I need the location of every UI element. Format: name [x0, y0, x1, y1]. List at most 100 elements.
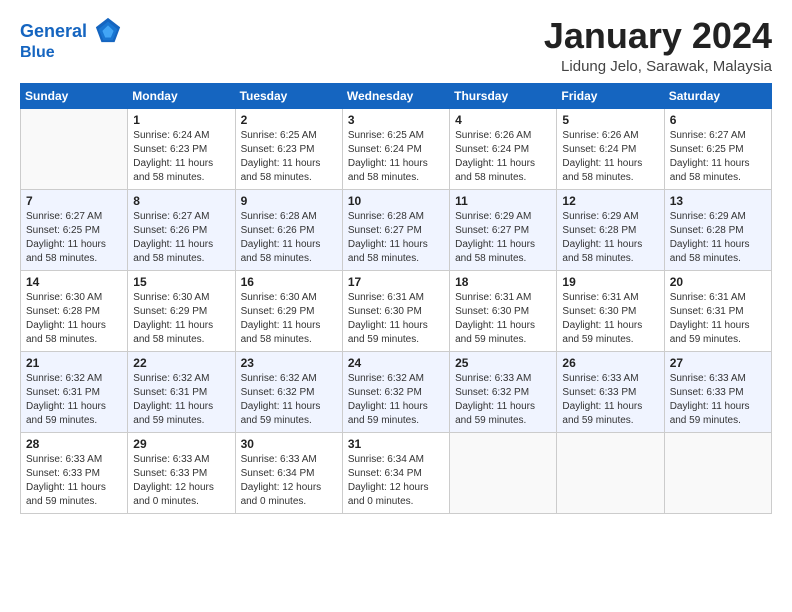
cell-info: Sunset: 6:24 PM [455, 143, 551, 157]
cell-info: Sunset: 6:29 PM [133, 305, 229, 319]
calendar-cell: 3Sunrise: 6:25 AMSunset: 6:24 PMDaylight… [342, 108, 449, 189]
cell-info: and 58 minutes. [133, 171, 229, 185]
day-header-monday: Monday [128, 83, 235, 108]
day-number: 1 [133, 113, 229, 127]
day-header-tuesday: Tuesday [235, 83, 342, 108]
cell-info: Daylight: 11 hours [670, 238, 766, 252]
cell-info: and 59 minutes. [26, 495, 122, 509]
cell-info: and 59 minutes. [455, 414, 551, 428]
cell-info: Daylight: 11 hours [241, 238, 337, 252]
cell-info: Sunset: 6:28 PM [562, 224, 658, 238]
cell-info: Daylight: 11 hours [241, 157, 337, 171]
calendar-cell: 22Sunrise: 6:32 AMSunset: 6:31 PMDayligh… [128, 351, 235, 432]
cell-info: Daylight: 11 hours [562, 319, 658, 333]
cell-info: and 58 minutes. [562, 171, 658, 185]
cell-info: Sunrise: 6:34 AM [348, 453, 444, 467]
cell-info: Sunset: 6:27 PM [348, 224, 444, 238]
cell-info: and 59 minutes. [562, 414, 658, 428]
cell-info: and 58 minutes. [133, 252, 229, 266]
day-number: 17 [348, 275, 444, 289]
calendar-cell: 14Sunrise: 6:30 AMSunset: 6:28 PMDayligh… [21, 270, 128, 351]
calendar-cell: 27Sunrise: 6:33 AMSunset: 6:33 PMDayligh… [664, 351, 771, 432]
cell-info: Sunrise: 6:32 AM [241, 372, 337, 386]
cell-info: and 59 minutes. [348, 414, 444, 428]
cell-info: Sunrise: 6:28 AM [241, 210, 337, 224]
cell-info: and 0 minutes. [133, 495, 229, 509]
cell-info: Sunrise: 6:29 AM [562, 210, 658, 224]
cell-info: Sunrise: 6:33 AM [133, 453, 229, 467]
cell-info: Sunrise: 6:33 AM [26, 453, 122, 467]
day-number: 4 [455, 113, 551, 127]
cell-info: Sunrise: 6:30 AM [241, 291, 337, 305]
cell-info: Sunrise: 6:25 AM [241, 129, 337, 143]
calendar-cell: 30Sunrise: 6:33 AMSunset: 6:34 PMDayligh… [235, 432, 342, 513]
cell-info: Sunset: 6:27 PM [455, 224, 551, 238]
calendar-cell: 10Sunrise: 6:28 AMSunset: 6:27 PMDayligh… [342, 189, 449, 270]
cell-info: and 59 minutes. [241, 414, 337, 428]
cell-info: Daylight: 11 hours [348, 400, 444, 414]
cell-info: Sunset: 6:23 PM [133, 143, 229, 157]
cell-info: Sunrise: 6:32 AM [348, 372, 444, 386]
cell-info: Sunrise: 6:24 AM [133, 129, 229, 143]
cell-info: and 59 minutes. [133, 414, 229, 428]
cell-info: Sunset: 6:30 PM [348, 305, 444, 319]
cell-info: Sunrise: 6:26 AM [562, 129, 658, 143]
cell-info: Sunrise: 6:33 AM [562, 372, 658, 386]
cell-info: and 58 minutes. [348, 252, 444, 266]
calendar-cell: 20Sunrise: 6:31 AMSunset: 6:31 PMDayligh… [664, 270, 771, 351]
cell-info: Sunrise: 6:27 AM [26, 210, 122, 224]
cell-info: Sunset: 6:29 PM [241, 305, 337, 319]
cell-info: Sunrise: 6:29 AM [670, 210, 766, 224]
calendar-table: SundayMondayTuesdayWednesdayThursdayFrid… [20, 83, 772, 514]
day-number: 5 [562, 113, 658, 127]
cell-info: Sunrise: 6:31 AM [348, 291, 444, 305]
cell-info: and 58 minutes. [562, 252, 658, 266]
cell-info: and 58 minutes. [455, 171, 551, 185]
day-number: 10 [348, 194, 444, 208]
cell-info: and 59 minutes. [348, 333, 444, 347]
cell-info: Daylight: 11 hours [348, 319, 444, 333]
day-number: 9 [241, 194, 337, 208]
cell-info: Daylight: 11 hours [26, 238, 122, 252]
logo: General Blue [20, 20, 122, 62]
title-area: January 2024 Lidung Jelo, Sarawak, Malay… [544, 16, 772, 75]
calendar-cell: 16Sunrise: 6:30 AMSunset: 6:29 PMDayligh… [235, 270, 342, 351]
day-number: 23 [241, 356, 337, 370]
cell-info: and 58 minutes. [133, 333, 229, 347]
cell-info: Daylight: 11 hours [455, 400, 551, 414]
cell-info: Daylight: 11 hours [133, 400, 229, 414]
cell-info: Sunset: 6:32 PM [241, 386, 337, 400]
cell-info: Sunset: 6:33 PM [26, 467, 122, 481]
day-number: 18 [455, 275, 551, 289]
day-number: 31 [348, 437, 444, 451]
location: Lidung Jelo, Sarawak, Malaysia [544, 58, 772, 75]
day-header-thursday: Thursday [450, 83, 557, 108]
calendar-cell: 5Sunrise: 6:26 AMSunset: 6:24 PMDaylight… [557, 108, 664, 189]
cell-info: Daylight: 11 hours [348, 238, 444, 252]
cell-info: and 58 minutes. [348, 171, 444, 185]
cell-info: Daylight: 11 hours [133, 319, 229, 333]
cell-info: Daylight: 12 hours [241, 481, 337, 495]
calendar-cell: 29Sunrise: 6:33 AMSunset: 6:33 PMDayligh… [128, 432, 235, 513]
calendar-cell: 9Sunrise: 6:28 AMSunset: 6:26 PMDaylight… [235, 189, 342, 270]
cell-info: Sunrise: 6:25 AM [348, 129, 444, 143]
cell-info: and 59 minutes. [26, 414, 122, 428]
day-number: 2 [241, 113, 337, 127]
day-number: 21 [26, 356, 122, 370]
calendar-cell: 6Sunrise: 6:27 AMSunset: 6:25 PMDaylight… [664, 108, 771, 189]
cell-info: and 58 minutes. [455, 252, 551, 266]
cell-info: Sunrise: 6:30 AM [26, 291, 122, 305]
cell-info: Daylight: 11 hours [670, 157, 766, 171]
calendar-cell: 19Sunrise: 6:31 AMSunset: 6:30 PMDayligh… [557, 270, 664, 351]
day-number: 3 [348, 113, 444, 127]
day-number: 22 [133, 356, 229, 370]
calendar-cell: 21Sunrise: 6:32 AMSunset: 6:31 PMDayligh… [21, 351, 128, 432]
cell-info: Sunset: 6:30 PM [562, 305, 658, 319]
calendar-cell: 15Sunrise: 6:30 AMSunset: 6:29 PMDayligh… [128, 270, 235, 351]
calendar-cell: 4Sunrise: 6:26 AMSunset: 6:24 PMDaylight… [450, 108, 557, 189]
day-number: 26 [562, 356, 658, 370]
cell-info: and 58 minutes. [26, 252, 122, 266]
cell-info: and 0 minutes. [241, 495, 337, 509]
day-header-friday: Friday [557, 83, 664, 108]
day-number: 29 [133, 437, 229, 451]
